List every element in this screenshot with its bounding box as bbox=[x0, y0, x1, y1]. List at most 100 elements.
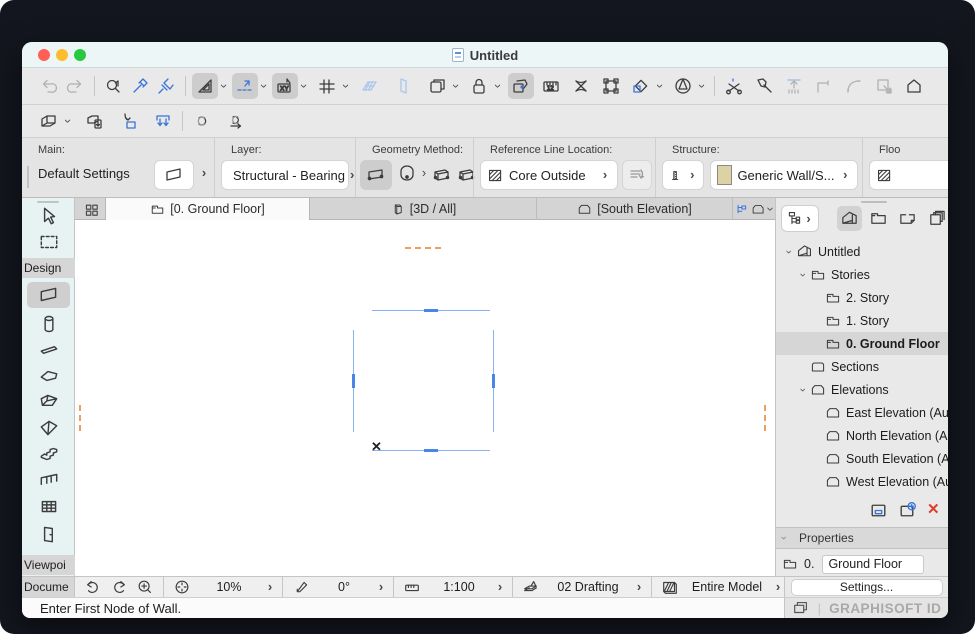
adjust-button[interactable] bbox=[751, 73, 777, 99]
chevron-right-icon[interactable]: › bbox=[772, 582, 784, 592]
door-tool[interactable] bbox=[27, 522, 70, 546]
layer-combination-value[interactable]: 02 Drafting bbox=[545, 580, 631, 594]
orbit-button[interactable] bbox=[670, 73, 696, 99]
tree-item-stories[interactable]: › Stories bbox=[776, 263, 948, 286]
chevron-down-icon[interactable]: › bbox=[219, 80, 229, 92]
fit-in-window-button[interactable] bbox=[170, 578, 194, 597]
properties-header[interactable]: › Properties bbox=[776, 527, 948, 549]
palette-drag-handle[interactable] bbox=[37, 201, 59, 203]
chevron-down-icon[interactable]: › bbox=[63, 115, 73, 127]
chevron-right-icon[interactable]: › bbox=[375, 582, 387, 592]
snap-points-button[interactable] bbox=[508, 73, 534, 99]
floor-plan-display-selector[interactable] bbox=[869, 160, 948, 190]
tree-item-elevations[interactable]: › Elevations bbox=[776, 378, 948, 401]
chevron-right-icon[interactable]: › bbox=[494, 582, 506, 592]
document-section-header[interactable]: Docume bbox=[22, 577, 75, 597]
find-select-button[interactable] bbox=[101, 73, 127, 99]
pick-up-parameters-button[interactable] bbox=[127, 73, 153, 99]
zoom-in-button[interactable] bbox=[133, 578, 157, 597]
chevron-down-icon[interactable]: › bbox=[655, 80, 665, 92]
stair-tool[interactable] bbox=[27, 442, 70, 466]
undo-button[interactable] bbox=[36, 73, 62, 99]
navigator-tab-project[interactable] bbox=[837, 206, 862, 231]
rotate-button[interactable] bbox=[628, 73, 654, 99]
navigator-tab-stories[interactable] bbox=[866, 206, 891, 231]
link-update-button[interactable] bbox=[223, 108, 249, 134]
structure-type-button[interactable]: › bbox=[662, 160, 704, 190]
wall-tool[interactable] bbox=[27, 282, 70, 308]
title-bar[interactable]: Untitled bbox=[22, 42, 948, 68]
tree-item-north-elevation[interactable]: North Elevation (Auto bbox=[776, 424, 948, 447]
snap-guides-button[interactable] bbox=[232, 73, 258, 99]
link-button[interactable] bbox=[189, 108, 215, 134]
tab-3d-all[interactable]: [3D / All] bbox=[310, 198, 537, 220]
chevron-down-icon[interactable]: › bbox=[493, 80, 503, 92]
lock-button[interactable] bbox=[466, 73, 492, 99]
snap-grid-button[interactable] bbox=[314, 73, 340, 99]
tree-item-sections[interactable]: Sections bbox=[776, 355, 948, 378]
design-section-header[interactable]: Design bbox=[22, 258, 75, 278]
settings-button[interactable]: Settings... bbox=[791, 579, 943, 596]
scale-button[interactable] bbox=[400, 578, 424, 597]
chevron-down-icon[interactable]: › bbox=[797, 267, 809, 282]
measure-button[interactable] bbox=[538, 73, 564, 99]
composite-selector[interactable]: Generic Wall/S... › bbox=[710, 160, 858, 190]
guide-lines-button[interactable] bbox=[192, 73, 218, 99]
chevron-right-icon[interactable]: › bbox=[264, 582, 276, 592]
save-favorite-button[interactable] bbox=[82, 108, 108, 134]
shell-tool[interactable] bbox=[27, 416, 70, 440]
curtain-wall-tool[interactable] bbox=[27, 494, 70, 518]
graphisoft-id-label[interactable]: GRAPHISOFT ID bbox=[829, 601, 941, 616]
column-tool[interactable] bbox=[27, 312, 70, 336]
geometry-straight-button[interactable] bbox=[360, 160, 392, 190]
transform-button[interactable] bbox=[598, 73, 624, 99]
redo-button[interactable] bbox=[62, 73, 88, 99]
north-elevation-marker[interactable] bbox=[405, 247, 441, 249]
roof-tool[interactable] bbox=[27, 390, 70, 414]
orientation-button[interactable] bbox=[289, 578, 313, 597]
tree-item-untitled[interactable]: › Untitled bbox=[776, 240, 948, 263]
viewpoint-section-header[interactable]: Viewpoi bbox=[22, 555, 75, 575]
previous-view-button[interactable] bbox=[81, 578, 105, 597]
chevron-down-icon[interactable]: › bbox=[783, 244, 795, 259]
tree-item-ground-floor[interactable]: 0. Ground Floor bbox=[776, 332, 948, 355]
geometry-box-button[interactable] bbox=[428, 160, 454, 190]
tree-item-south-elevation[interactable]: South Elevation (Auto bbox=[776, 447, 948, 470]
quad-view-button[interactable] bbox=[80, 201, 104, 218]
navigator-tab-layouts[interactable] bbox=[924, 206, 948, 231]
layer-selector[interactable]: Structural - Bearing › bbox=[221, 160, 349, 190]
beam-tool[interactable] bbox=[27, 338, 70, 362]
chevron-right-icon[interactable]: › bbox=[198, 168, 210, 178]
navigator-tab-sections[interactable] bbox=[895, 206, 920, 231]
coordinate-input-button[interactable] bbox=[272, 73, 298, 99]
tree-item-story-1[interactable]: 1. Story bbox=[776, 309, 948, 332]
east-elevation-marker[interactable] bbox=[764, 405, 766, 432]
export-button[interactable] bbox=[150, 108, 176, 134]
marquee-tool[interactable] bbox=[27, 230, 70, 254]
flip-reference-button[interactable] bbox=[622, 160, 652, 190]
chevron-down-icon[interactable]: › bbox=[451, 80, 461, 92]
window-copy-icon[interactable] bbox=[792, 599, 810, 617]
new-viewpoint-button[interactable] bbox=[897, 500, 918, 521]
chevron-down-icon[interactable]: › bbox=[341, 80, 351, 92]
slab-tool[interactable] bbox=[27, 364, 70, 388]
chevron-down-icon[interactable]: › bbox=[697, 80, 707, 92]
panel-drag-handle[interactable] bbox=[861, 201, 887, 203]
default-settings-button[interactable] bbox=[154, 160, 194, 190]
chevron-right-icon[interactable]: › bbox=[633, 582, 645, 592]
zoom-level-value[interactable]: 10% bbox=[196, 580, 262, 594]
reference-line-selector[interactable]: Core Outside › bbox=[480, 160, 618, 190]
story-name-input[interactable] bbox=[822, 555, 924, 574]
split-button[interactable] bbox=[721, 73, 747, 99]
tree-item-east-elevation[interactable]: East Elevation (Auto- bbox=[776, 401, 948, 424]
chevron-down-icon[interactable]: › bbox=[259, 80, 269, 92]
open-in-palette-button[interactable] bbox=[868, 500, 889, 521]
west-elevation-marker[interactable] bbox=[79, 405, 81, 432]
marquee-cross-button[interactable] bbox=[568, 73, 594, 99]
tree-item-west-elevation[interactable]: West Elevation (Auto- bbox=[776, 470, 948, 493]
tab-ground-floor[interactable]: [0. Ground Floor] bbox=[105, 198, 310, 220]
tab-navigator-toggle[interactable]: › bbox=[735, 198, 775, 220]
tab-south-elevation[interactable]: [South Elevation] bbox=[537, 198, 733, 220]
model-filter-value[interactable]: Entire Model bbox=[684, 580, 770, 594]
arrow-tool[interactable] bbox=[27, 204, 70, 228]
